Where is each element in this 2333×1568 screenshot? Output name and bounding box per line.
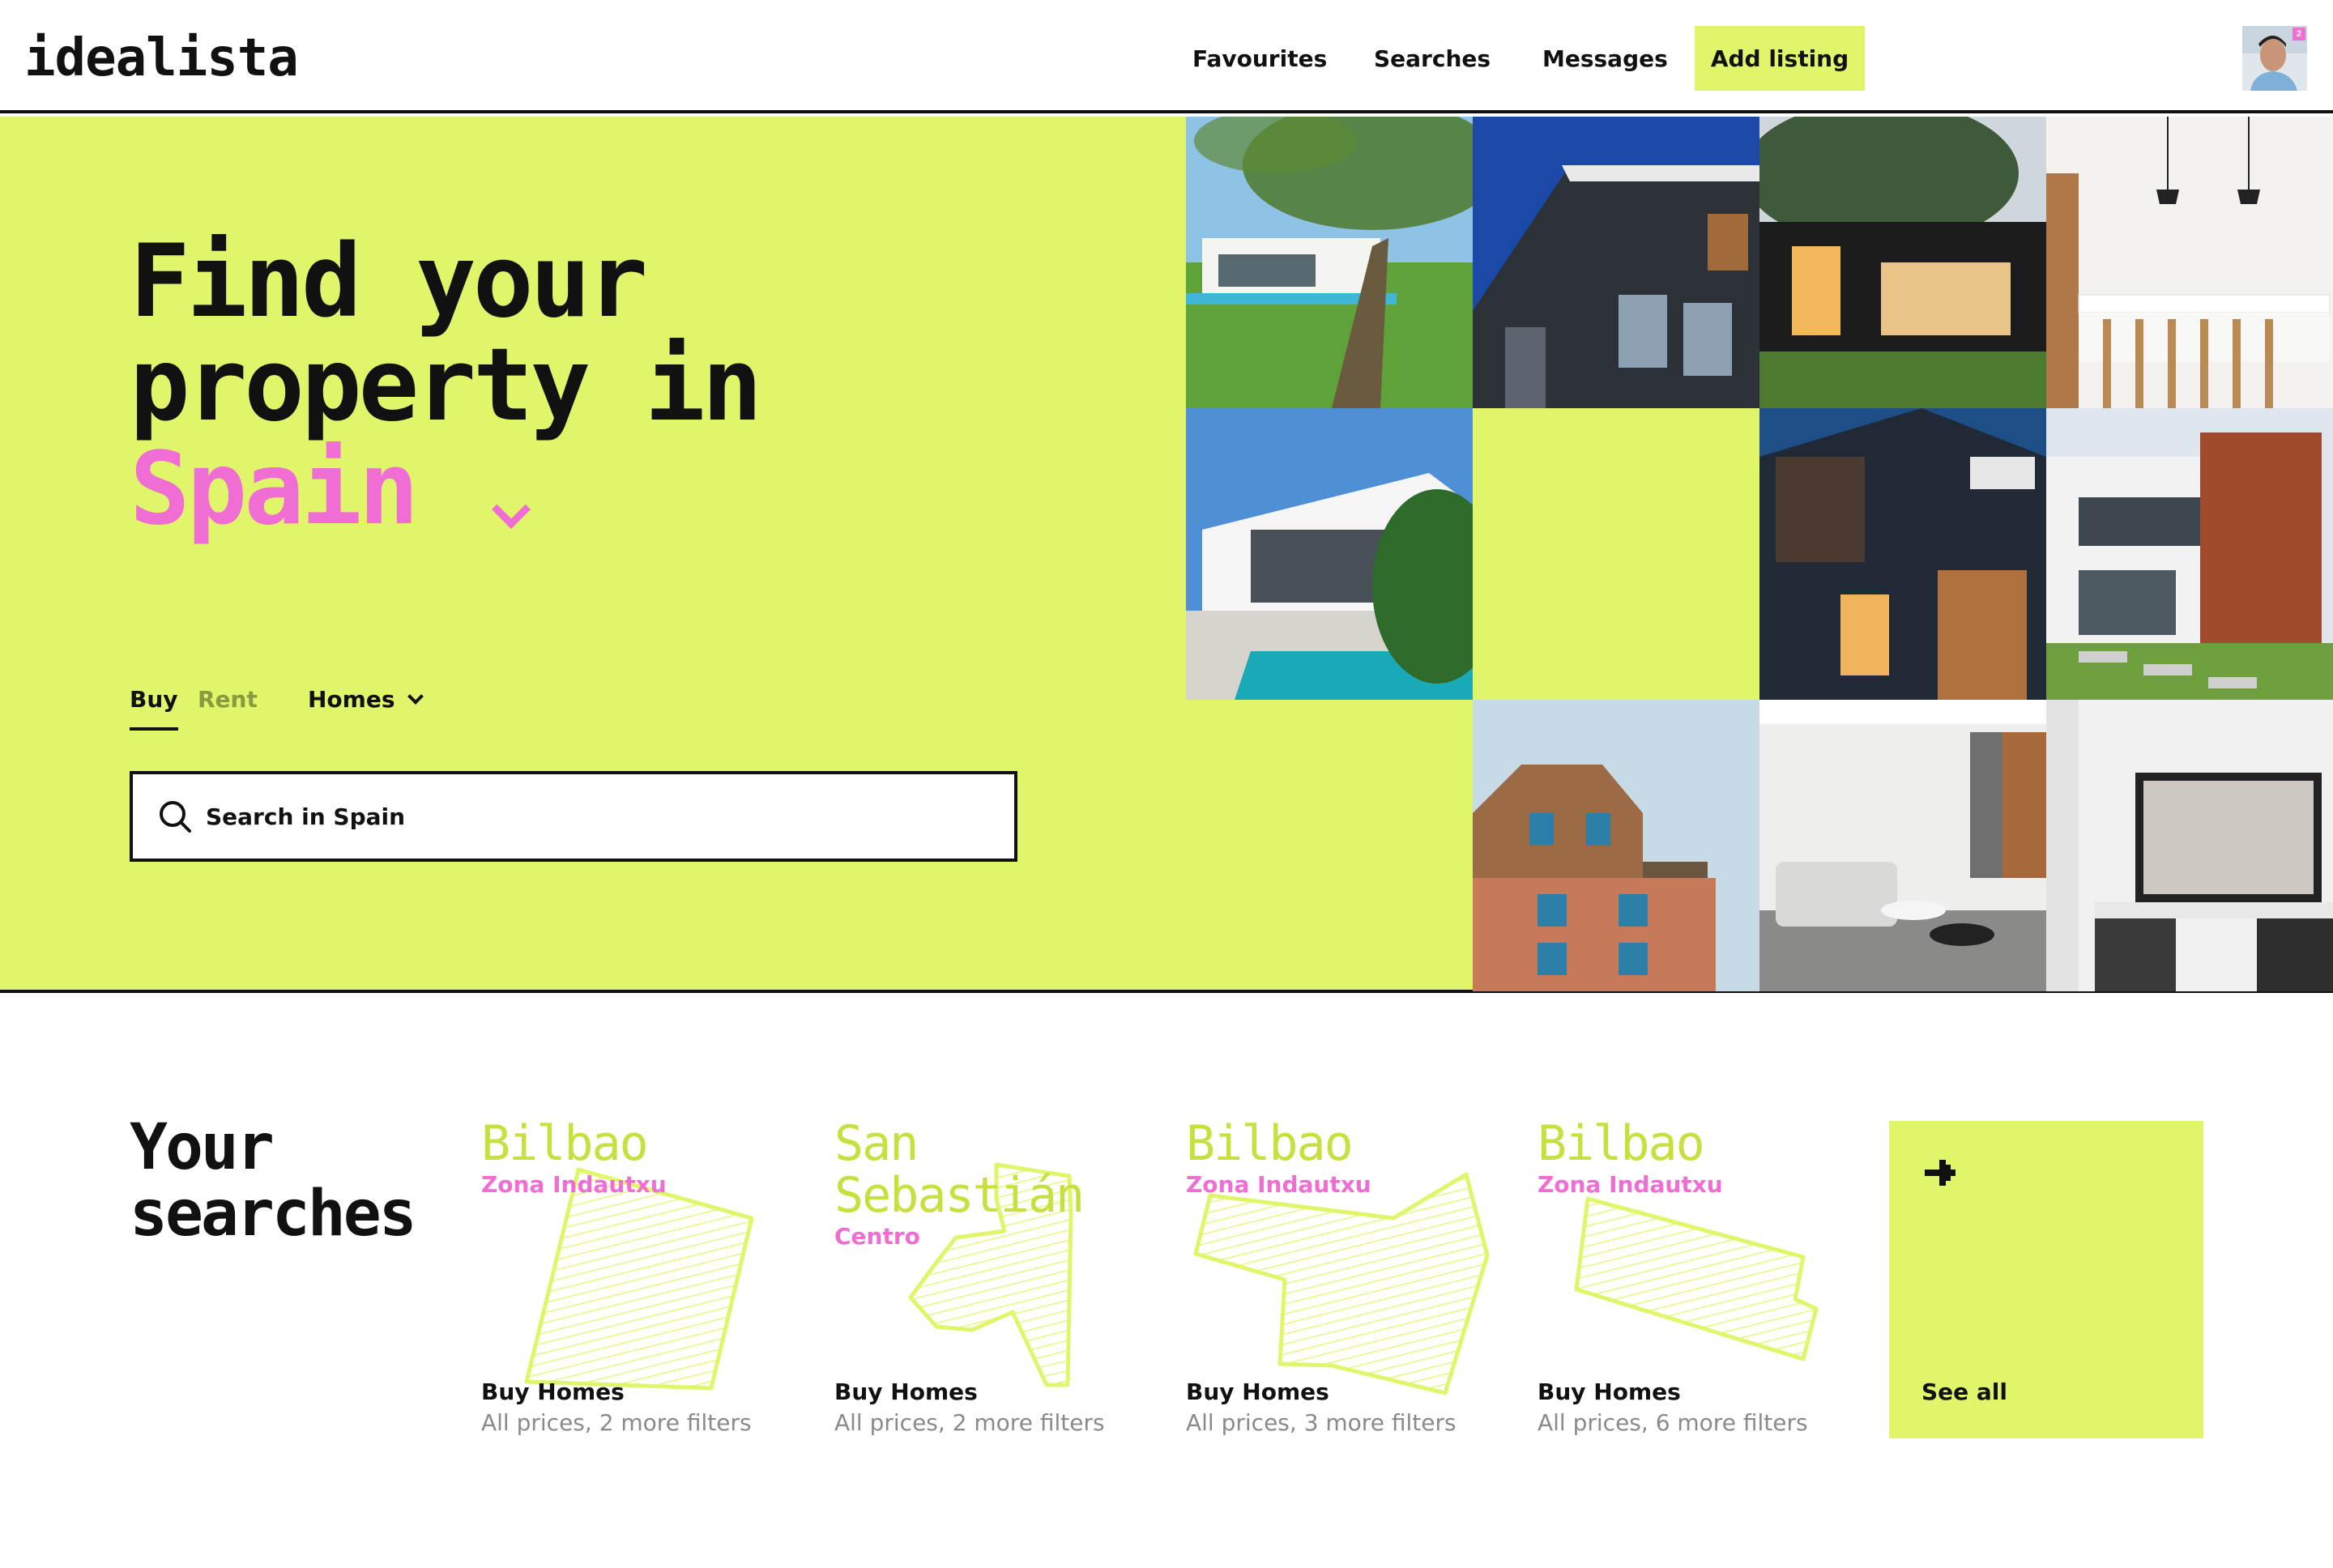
hero-title-line-2: property in xyxy=(130,327,762,444)
see-all-label: See all xyxy=(1921,1378,2007,1405)
search-city: Bilbao xyxy=(1538,1115,1705,1172)
photo-grid xyxy=(1186,117,2333,993)
photo-kitchen xyxy=(2046,117,2333,408)
search-operation: Buy Homes xyxy=(481,1378,625,1405)
search-zone: Zona Indautxu xyxy=(1538,1171,1723,1198)
chevron-down-icon xyxy=(407,688,424,705)
nav-searches[interactable]: Searches xyxy=(1374,26,1491,91)
photo-living-room xyxy=(1759,700,2046,991)
location-selector[interactable]: Spain xyxy=(130,437,759,541)
search-filters: All prices, 3 more filters xyxy=(1186,1409,1457,1436)
photo-dark-townhouse xyxy=(1759,408,2046,700)
search-zone: Zona Indautxu xyxy=(481,1171,667,1198)
photo-modern-house-dusk xyxy=(1759,117,2046,408)
avatar[interactable]: 2 xyxy=(2242,26,2307,91)
search-city: Bilbao xyxy=(1186,1115,1354,1172)
top-bar: idealista Favourites Searches Messages A… xyxy=(0,0,2333,113)
tab-buy[interactable]: Buy xyxy=(130,684,178,731)
tab-rent[interactable]: Rent xyxy=(198,684,258,716)
property-type-dropdown[interactable]: Homes xyxy=(308,684,424,716)
search-zone: Zona Indautxu xyxy=(1186,1171,1371,1198)
search-city: San Sebastián xyxy=(834,1115,1085,1224)
notification-badge: 2 xyxy=(2292,28,2305,40)
photo-apartment-block xyxy=(1473,700,1759,991)
section-title-line-2: searches xyxy=(130,1178,417,1251)
hero-title-line-1: Find your xyxy=(130,224,648,340)
section-title-line-1: Your xyxy=(130,1111,275,1184)
search-filters: All prices, 2 more filters xyxy=(481,1409,752,1436)
hero: Find your property in Spain Buy Rent Hom… xyxy=(0,117,2333,993)
search-icon xyxy=(160,801,191,833)
saved-search-card[interactable]: Bilbao Zona Indautxu Buy Homes All price… xyxy=(1186,1118,1510,1458)
photo-brick-building xyxy=(1473,117,1759,408)
nav-favourites[interactable]: Favourites xyxy=(1192,26,1327,91)
search-operation: Buy Homes xyxy=(1186,1378,1329,1405)
nav-messages[interactable]: Messages xyxy=(1542,26,1668,91)
arrow-right-icon xyxy=(1925,1160,1956,1186)
search-operation: Buy Homes xyxy=(1538,1378,1681,1405)
search-city: Bilbao xyxy=(481,1115,649,1172)
section-title: Your searches xyxy=(130,1111,417,1251)
location-label: Spain xyxy=(130,431,419,548)
saved-search-card[interactable]: Bilbao Zona Indautxu Buy Homes All price… xyxy=(481,1118,805,1458)
saved-search-card[interactable]: Bilbao Zona Indautxu Buy Homes All price… xyxy=(1538,1118,1862,1458)
property-type-label: Homes xyxy=(308,686,395,713)
search-operation: Buy Homes xyxy=(834,1378,978,1405)
search-zone: Centro xyxy=(834,1223,920,1250)
chevron-down-icon xyxy=(491,489,531,530)
search-filters: All prices, 6 more filters xyxy=(1538,1409,1808,1436)
add-listing-button[interactable]: Add listing xyxy=(1695,26,1865,91)
photo-house-red-cladding xyxy=(2046,408,2333,700)
photo-villa-garden xyxy=(1186,117,1473,408)
see-all-button[interactable]: See all xyxy=(1889,1121,2203,1438)
hero-title: Find your property in Spain xyxy=(130,224,762,541)
search-filters: All prices, 2 more filters xyxy=(834,1409,1105,1436)
search-input[interactable]: Search in Spain xyxy=(130,771,1017,862)
logo[interactable]: idealista xyxy=(24,29,299,87)
search-placeholder: Search in Spain xyxy=(206,803,406,830)
photo-balcony-facade xyxy=(2046,700,2333,991)
saved-search-card[interactable]: San Sebastián Centro Buy Homes All price… xyxy=(834,1118,1158,1458)
photo-pool-house xyxy=(1186,408,1473,700)
